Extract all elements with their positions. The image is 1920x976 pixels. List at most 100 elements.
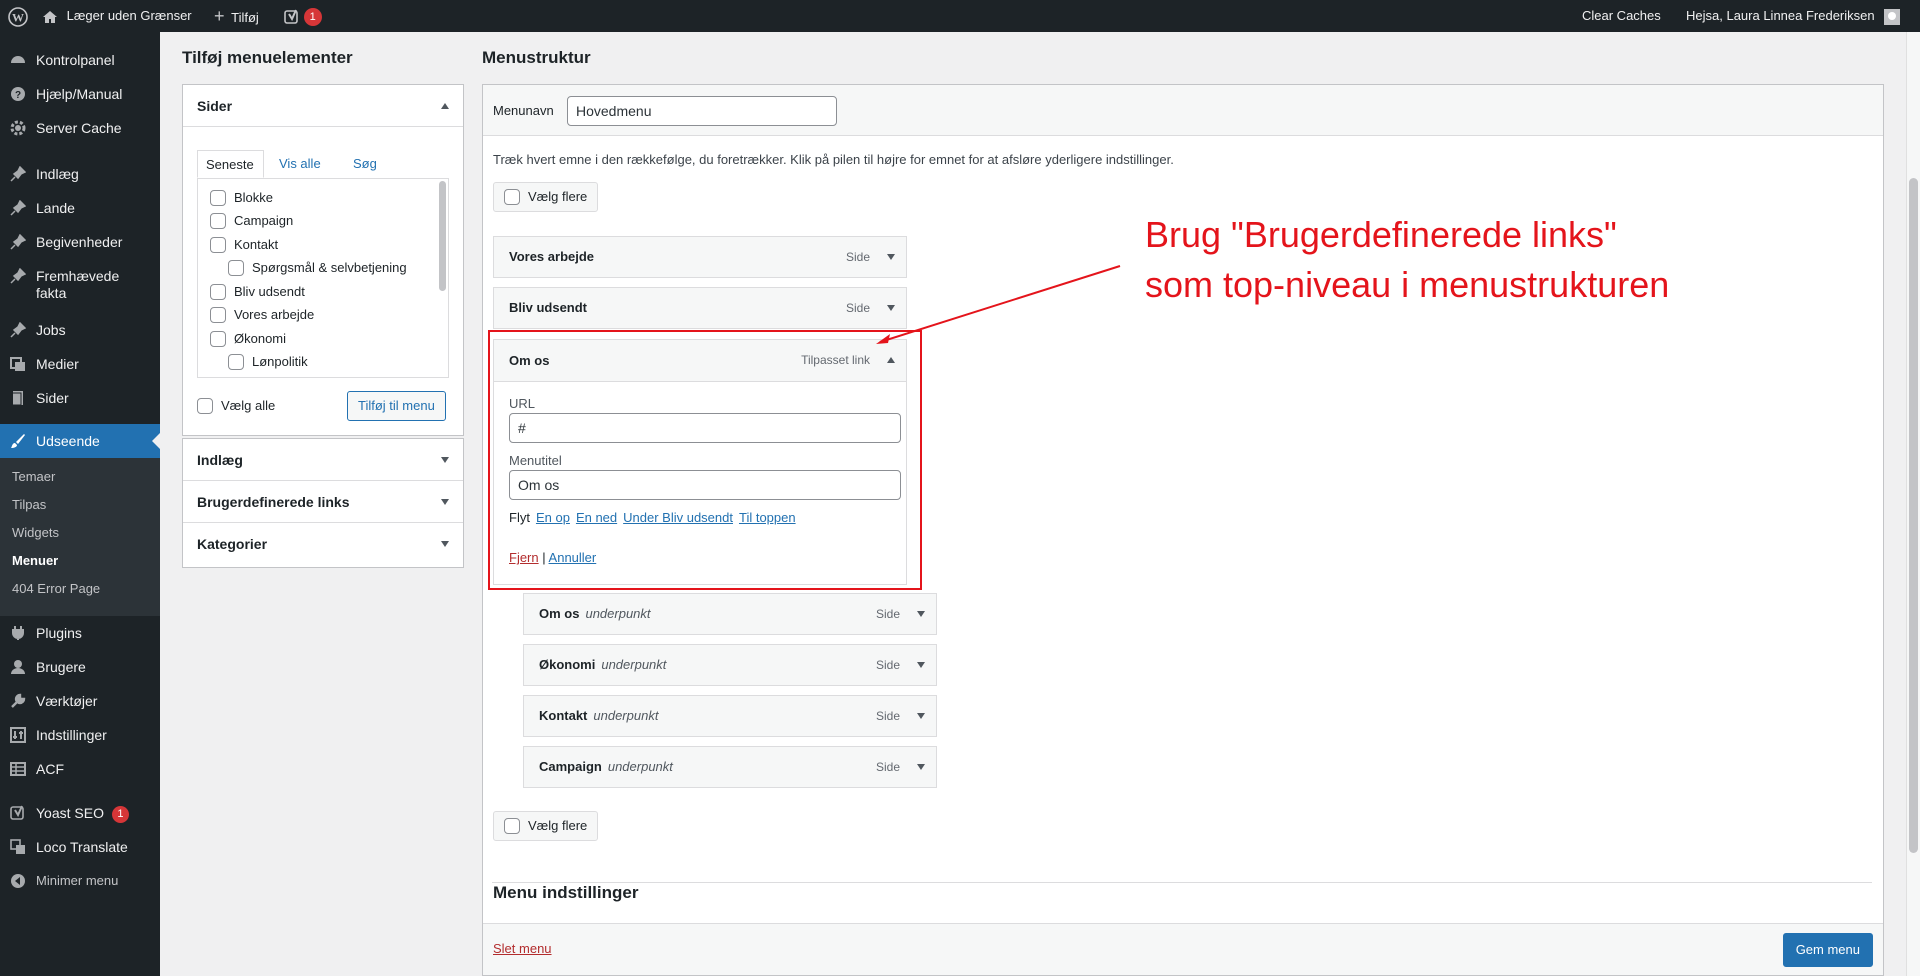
sidebar-item-media[interactable]: Medier (0, 347, 160, 381)
menu-item-campaign[interactable]: Campaign underpunkt Side (523, 746, 937, 788)
page-checkbox[interactable] (210, 283, 226, 300)
page-checkbox[interactable] (210, 189, 226, 206)
gear-icon (10, 120, 26, 136)
page-label: Lønpolitik (252, 354, 308, 369)
checkbox[interactable] (197, 397, 213, 414)
translate-icon (10, 839, 25, 854)
custom-links-accordion-header[interactable]: Brugerdefinerede links (183, 481, 463, 523)
page-checkbox[interactable] (210, 236, 226, 253)
list-item[interactable]: Vores arbejde (210, 305, 314, 325)
menu-item-bliv-udsendt[interactable]: Bliv udsendt Side (493, 287, 907, 329)
checklist-scrollbar[interactable] (439, 181, 446, 291)
yoast-adminbar-link[interactable]: 1 (284, 0, 322, 32)
save-menu-button[interactable]: Gem menu (1782, 933, 1873, 967)
page-checkbox[interactable] (228, 259, 244, 276)
sidebar-item-label: Sider (36, 390, 69, 406)
sidebar-item-label: Fremhævede fakta (36, 268, 120, 301)
page-checkbox[interactable] (210, 330, 226, 347)
sidebar-item-begivenheder[interactable]: Begivenheder (0, 225, 160, 259)
menu-item-title: Campaign (539, 759, 602, 774)
submenu-item-themes[interactable]: Temaer (12, 469, 55, 484)
pages-icon (10, 391, 23, 406)
list-item[interactable]: Kontakt (210, 235, 278, 255)
sidebar-item-lande[interactable]: Lande (0, 191, 160, 225)
pages-accordion: Sider Seneste Vis alle Søg Blokke Campai… (182, 84, 464, 436)
submenu-item-menus[interactable]: Menuer (12, 553, 58, 568)
categories-accordion-header[interactable]: Kategorier (183, 523, 463, 565)
expand-arrow-icon[interactable] (917, 713, 925, 719)
pages-accordion-header[interactable]: Sider (183, 85, 463, 127)
tab-recent[interactable]: Seneste (197, 150, 264, 178)
media-icon (10, 357, 25, 371)
new-content-link[interactable]: + Tilføj (214, 0, 259, 32)
page-checkbox[interactable] (210, 212, 226, 229)
sidebar-item-acf[interactable]: ACF (0, 752, 160, 786)
site-name-link[interactable]: Læger uden Grænser (42, 0, 192, 32)
sidebar-item-label: Yoast SEO (36, 805, 104, 821)
wrench-icon (11, 693, 26, 708)
plug-icon (12, 626, 24, 640)
expand-arrow-icon[interactable] (917, 662, 925, 668)
sidebar-item-appearance[interactable]: Udseende (0, 424, 160, 458)
expand-arrow-icon[interactable] (917, 611, 925, 617)
sidebar-item-pages[interactable]: Sider (0, 381, 160, 415)
sidebar-item-yoast[interactable]: Yoast SEO 1 (0, 796, 160, 830)
list-item[interactable]: Spørgsmål & selvbetjening (228, 258, 407, 278)
page-checkbox[interactable] (210, 306, 226, 323)
expand-arrow-icon (441, 499, 449, 505)
clear-caches-link[interactable]: Clear Caches (1582, 0, 1661, 32)
tab-view-all[interactable]: Vis alle (271, 150, 329, 178)
sidebar-item-posts[interactable]: Indlæg (0, 157, 160, 191)
page-checkbox[interactable] (228, 353, 244, 370)
sidebar-item-server-cache[interactable]: Server Cache (0, 111, 160, 145)
menu-item-kontakt[interactable]: Kontakt underpunkt Side (523, 695, 937, 737)
delete-menu-link[interactable]: Slet menu (493, 941, 552, 956)
submenu-item-404[interactable]: 404 Error Page (12, 581, 100, 596)
menu-item-vores-arbejde[interactable]: Vores arbejde Side (493, 236, 907, 278)
expand-arrow-icon[interactable] (917, 764, 925, 770)
submenu-item-customize[interactable]: Tilpas (12, 497, 46, 512)
checkbox (504, 817, 520, 834)
sidebar-item-tools[interactable]: Værktøjer (0, 684, 160, 718)
list-item[interactable]: Lønpolitik (228, 352, 308, 372)
submenu-item-widgets[interactable]: Widgets (12, 525, 59, 540)
menu-item-okonomi[interactable]: Økonomi underpunkt Side (523, 644, 937, 686)
sidebar-item-kontrolpanel[interactable]: Kontrolpanel (0, 43, 160, 77)
subitem-label: underpunkt (585, 606, 651, 621)
sidebar-item-label: Kontrolpanel (36, 52, 115, 68)
list-item[interactable]: Campaign (210, 211, 293, 231)
sidebar-item-loco[interactable]: Loco Translate (0, 830, 160, 864)
brush-icon (11, 434, 25, 448)
sidebar-item-help[interactable]: ? Hjælp/Manual (0, 77, 160, 111)
list-item[interactable]: Bliv udsendt (210, 282, 305, 302)
tab-search[interactable]: Søg (345, 150, 385, 178)
plus-icon: + (214, 6, 225, 26)
svg-text:?: ? (15, 90, 21, 101)
add-to-menu-button[interactable]: Tilføj til menu (347, 391, 446, 421)
sidebar-item-users[interactable]: Brugere (0, 650, 160, 684)
menu-name-input[interactable]: Hovedmenu (567, 96, 837, 126)
menu-item-om-os-sub[interactable]: Om os underpunkt Side (523, 593, 937, 635)
sidebar-item-label: Plugins (36, 625, 82, 641)
select-multiple-button-bottom[interactable]: Vælg flere (493, 811, 599, 841)
pin-icon (10, 234, 26, 250)
sidebar-item-label: Server Cache (36, 120, 122, 136)
sidebar-item-plugins[interactable]: Plugins (0, 616, 160, 650)
posts-accordion-header[interactable]: Indlæg (183, 439, 463, 481)
sidebar-collapse-menu[interactable]: Minimer menu (0, 864, 160, 898)
expand-arrow-icon[interactable] (887, 254, 895, 260)
sidebar-item-fakta[interactable]: Fremhævede fakta (0, 259, 150, 305)
my-account-link[interactable]: Hejsa, Laura Linnea Frederiksen (1686, 0, 1901, 32)
sidebar-item-settings[interactable]: Indstillinger (0, 718, 160, 752)
list-item[interactable]: Økonomi (210, 329, 286, 349)
yoast-icon (284, 9, 298, 24)
select-all-checkbox[interactable]: Vælg alle (197, 396, 275, 416)
page-scrollbar[interactable] (1909, 178, 1918, 853)
sidebar-item-label: Indlæg (36, 166, 79, 182)
sidebar-item-label: Udseende (36, 433, 100, 449)
list-item[interactable]: Blokke (210, 188, 273, 208)
expand-arrow-icon (441, 457, 449, 463)
select-multiple-button[interactable]: Vælg flere (493, 182, 599, 212)
wordpress-logo-icon[interactable]: W (8, 0, 28, 32)
sidebar-item-jobs[interactable]: Jobs (0, 313, 160, 347)
